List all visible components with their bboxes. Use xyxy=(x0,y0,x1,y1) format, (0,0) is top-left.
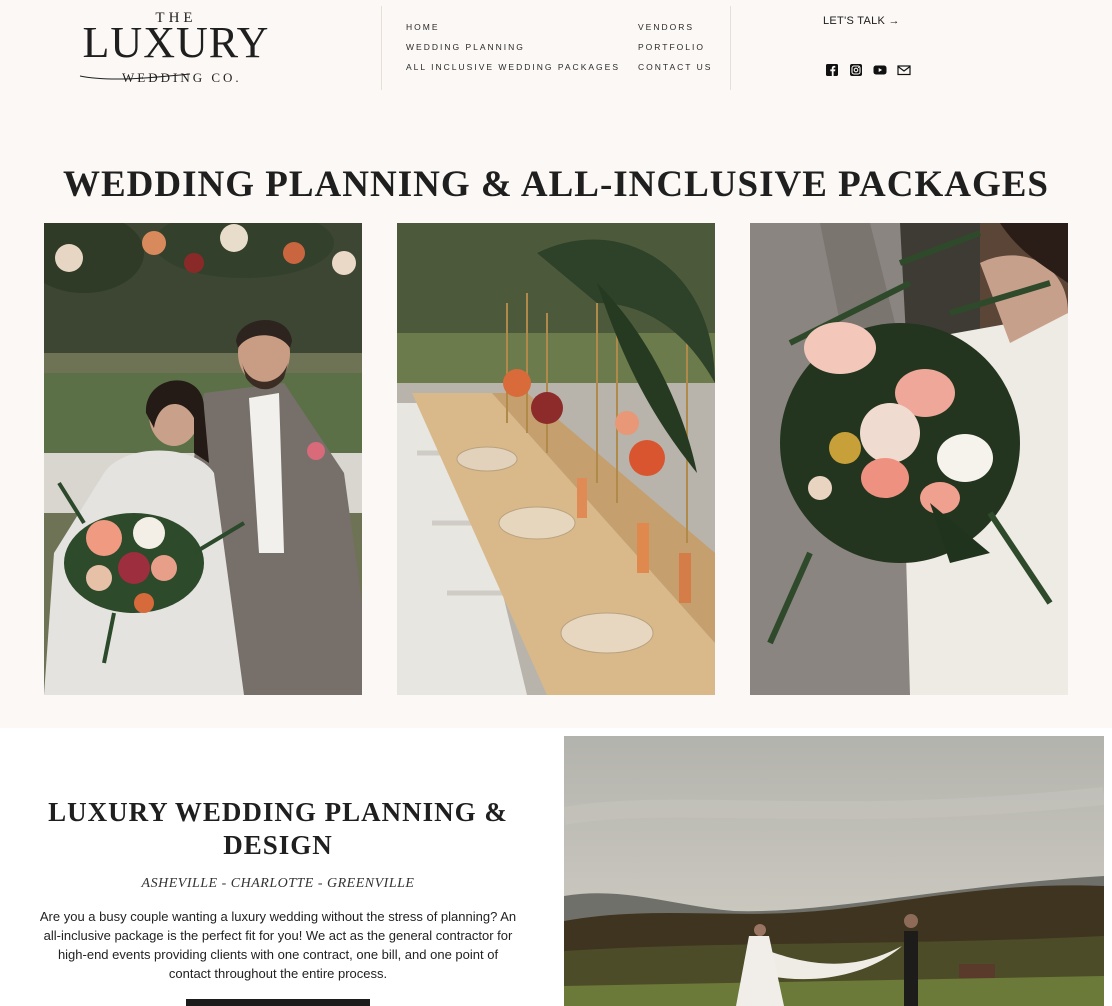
planning-cta-button[interactable] xyxy=(186,999,370,1006)
nav-contact-us[interactable]: CONTACT US xyxy=(638,62,712,82)
nav-portfolio[interactable]: PORTFOLIO xyxy=(638,42,712,62)
hero-photo-bouquet xyxy=(750,223,1068,695)
header-divider xyxy=(381,6,382,90)
nav-vendors[interactable]: VENDORS xyxy=(638,22,712,42)
email-icon[interactable] xyxy=(897,63,911,77)
hero-photo-table xyxy=(397,223,715,695)
brand-logo[interactable]: THE LUXURY WEDDING CO. xyxy=(70,8,282,90)
nav-all-inclusive-packages[interactable]: ALL INCLUSIVE WEDDING PACKAGES xyxy=(406,62,620,82)
social-links xyxy=(825,63,911,77)
youtube-icon[interactable] xyxy=(873,63,887,77)
instagram-icon[interactable] xyxy=(849,63,863,77)
main-nav-right: VENDORS PORTFOLIO CONTACT US xyxy=(638,22,712,82)
nav-home[interactable]: HOME xyxy=(406,22,620,42)
planning-title: LUXURY WEDDING PLANNING & DESIGN xyxy=(48,797,508,860)
hero-photo-couple xyxy=(44,223,362,695)
lets-talk-link[interactable]: LET'S TALK → xyxy=(823,15,900,27)
facebook-icon[interactable] xyxy=(825,63,839,77)
hero-title: WEDDING PLANNING & ALL-INCLUSIVE PACKAGE… xyxy=(63,164,1049,205)
planning-cities: ASHEVILLE - CHARLOTTE - GREENVILLE xyxy=(141,876,415,891)
landscape-photo xyxy=(564,736,1104,1006)
logo-sub-text: WEDDING CO. xyxy=(122,70,242,85)
planning-description: Are you a busy couple wanting a luxury w… xyxy=(39,909,517,981)
nav-wedding-planning[interactable]: WEDDING PLANNING xyxy=(406,42,620,62)
header-divider xyxy=(730,6,731,90)
main-nav-left: HOME WEDDING PLANNING ALL INCLUSIVE WEDD… xyxy=(406,22,620,82)
